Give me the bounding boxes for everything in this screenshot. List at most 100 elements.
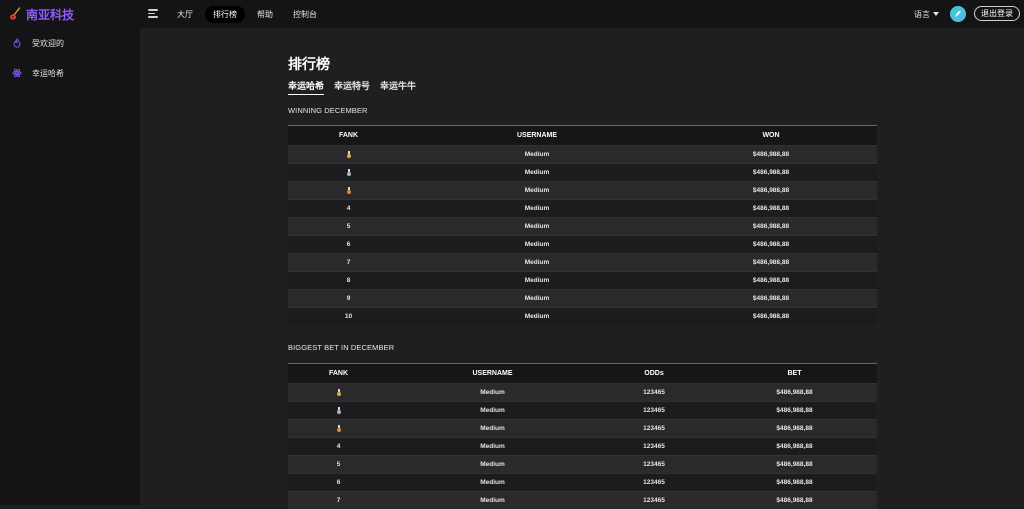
table-row: 8 Medium $486,988,88 [288,271,877,289]
odds-cell: 123465 [643,461,665,468]
column-header-rank: FANK [338,132,359,139]
rank-cell: 4 [346,205,351,212]
nav-item-console[interactable]: 控制台 [285,6,325,23]
sidebar: 受欢迎的 幸运哈希 [0,28,140,505]
username-cell: Medium [524,205,550,212]
rank-cell: 4 [336,443,341,450]
won-cell: $486,988,88 [752,277,790,284]
username-cell: Medium [524,295,550,302]
rank-cell: 8 [346,277,351,284]
odds-cell: 123465 [643,443,665,450]
won-cell: $486,988,88 [752,313,790,320]
table-row: 5 Medium $486,988,88 [288,217,877,235]
rank-cell: 7 [346,259,351,266]
column-header-odds: ODDs [644,370,664,377]
rank-cell [288,388,389,396]
rank-cell [288,168,409,176]
rank-cell [288,186,409,194]
page-title: 排行榜 [288,56,330,72]
bet-cell: $486,988,88 [776,497,813,504]
table-row: Medium $486,988,88 [288,163,877,181]
username-cell: Medium [524,151,550,158]
nav-item-lobby[interactable]: 大厅 [169,6,201,23]
game-tabs: 幸运哈希 幸运特号 幸运牛牛 [288,79,416,95]
column-header-won: WON [762,132,780,139]
table-row: Medium 123465 $486,988,88 [288,419,877,437]
username-cell: Medium [480,479,505,486]
table-row: Medium 123465 $486,988,88 [288,401,877,419]
table-row: Medium $486,988,88 [288,145,877,163]
nav-item-leaderboard[interactable]: 排行榜 [205,5,245,23]
column-header-username: USERNAME [516,132,558,139]
bronze-medal-icon [336,424,341,432]
odds-cell: 123465 [643,425,665,432]
nav-item-help[interactable]: 帮助 [249,6,281,23]
column-header-rank: FANK [328,370,349,377]
won-cell: $486,988,88 [752,187,790,194]
username-cell: Medium [480,425,505,432]
username-cell: Medium [524,169,550,176]
bet-cell: $486,988,88 [776,443,813,450]
username-cell: Medium [480,407,505,414]
username-cell: Medium [524,241,550,248]
tab-lucky-niuniu[interactable]: 幸运牛牛 [380,79,416,95]
rank-cell: 10 [344,313,353,320]
won-cell: $486,988,88 [752,205,790,212]
tab-lucky-number[interactable]: 幸运特号 [334,79,370,95]
rank-cell: 7 [336,497,341,504]
table-row: 6 Medium 123465 $486,988,88 [288,473,877,491]
flame-icon [13,38,21,48]
odds-cell: 123465 [643,407,665,414]
logout-button[interactable]: 退出登录 [974,6,1020,21]
tab-lucky-hash[interactable]: 幸运哈希 [288,79,325,95]
won-cell: $486,988,88 [752,259,790,266]
username-cell: Medium [480,443,505,450]
menu-toggle-icon[interactable] [148,8,159,19]
rank-cell: 5 [346,223,351,230]
username-cell: Medium [524,187,550,194]
rank-cell [288,150,409,158]
top-bar: 南亚科技 大厅 排行榜 帮助 控制台 语言 退出登录 [0,0,1024,28]
table-row: 10 Medium $486,988,88 [288,307,877,325]
table-row: 5 Medium 123465 $486,988,88 [288,455,877,473]
table-row: 7 Medium 123465 $486,988,88 [288,491,877,509]
username-cell: Medium [480,389,505,396]
rank-cell: 9 [346,295,351,302]
table-row: 4 Medium $486,988,88 [288,199,877,217]
sidebar-item-label: 幸运哈希 [32,68,64,78]
username-cell: Medium [480,497,505,504]
rank-cell: 5 [336,461,341,468]
avatar[interactable] [950,6,966,22]
silver-medal-icon [346,168,351,176]
username-cell: Medium [524,223,550,230]
odds-cell: 123465 [643,497,665,504]
won-cell: $486,988,88 [752,241,790,248]
won-cell: $486,988,88 [752,295,790,302]
gold-medal-icon [346,150,351,158]
atom-icon [12,68,22,78]
won-cell: $486,988,88 [752,169,790,176]
rank-cell: 6 [346,241,351,248]
won-cell: $486,988,88 [752,151,790,158]
sidebar-item-label: 受欢迎的 [32,38,64,48]
bet-board-title: BIGGEST BET IN DECEMBER [288,343,395,352]
chevron-down-icon [933,12,939,16]
odds-cell: 123465 [643,389,665,396]
odds-cell: 123465 [643,479,665,486]
main-nav: 大厅 排行榜 帮助 控制台 [169,0,325,28]
winning-board-title: WINNING DECEMBER [288,106,368,115]
brand-name: 南亚科技 [26,7,75,22]
bet-cell: $486,988,88 [776,389,813,396]
silver-medal-icon [336,406,341,414]
sidebar-item-lucky-hash[interactable]: 幸运哈希 [12,65,64,81]
rank-cell [288,424,389,432]
brand[interactable]: 南亚科技 [9,0,74,28]
bet-cell: $486,988,88 [776,425,813,432]
table-header: FANK USERNAME WON [288,126,877,145]
language-selector[interactable]: 语言 [914,0,939,28]
sidebar-item-popular[interactable]: 受欢迎的 [12,35,64,51]
table-row: Medium $486,988,88 [288,181,877,199]
guitar-icon [10,7,21,20]
winning-board-table: FANK USERNAME WON Medium $486,988,88 Mediu… [288,125,877,325]
gold-medal-icon [336,388,341,396]
